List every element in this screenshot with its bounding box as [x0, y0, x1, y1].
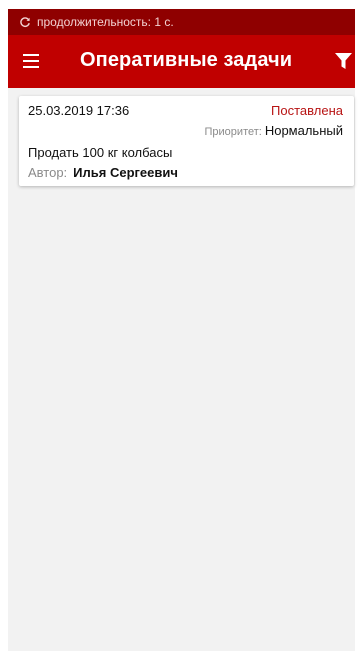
task-priority: Приоритет: Нормальный — [205, 123, 343, 138]
hamburger-menu-icon[interactable] — [23, 54, 39, 68]
page-title: Оперативные задачи — [80, 49, 293, 71]
status-bar: продолжительность: 1 с. — [8, 9, 355, 35]
app-bar: Оперативные задачи — [8, 35, 355, 88]
task-author: Автор: Илья Сергеевич — [28, 165, 178, 180]
author-label: Автор: — [28, 165, 68, 180]
priority-label: Приоритет: — [204, 126, 262, 138]
task-title: Продать 100 кг колбасы — [28, 145, 173, 160]
filter-icon[interactable] — [335, 53, 352, 70]
task-date: 25.03.2019 17:36 — [28, 103, 130, 118]
refresh-icon — [19, 16, 31, 28]
screen: продолжительность: 1 с. Оперативные зада… — [0, 0, 363, 651]
duration-text: продолжительность: 1 с. — [37, 15, 174, 29]
task-card[interactable]: 25.03.2019 17:36 Поставлена Приоритет: Но… — [19, 96, 354, 186]
priority-value: Нормальный — [264, 123, 343, 138]
author-name: Илья Сергеевич — [73, 165, 178, 180]
task-status: Поставлена — [271, 103, 343, 118]
